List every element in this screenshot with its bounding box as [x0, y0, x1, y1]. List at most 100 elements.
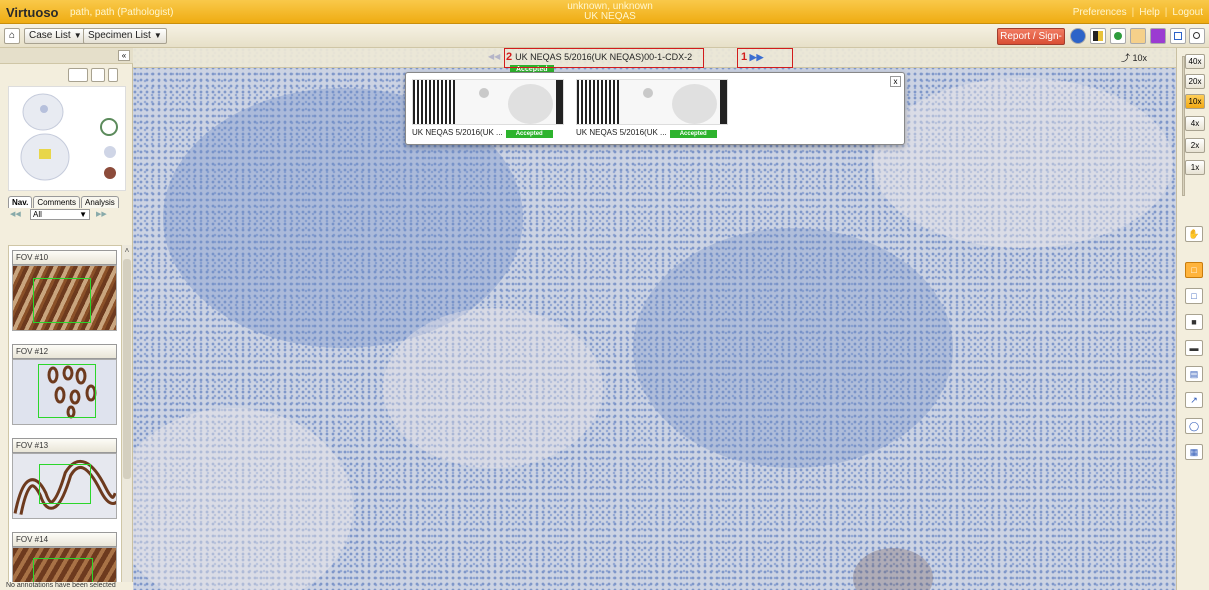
layers-icon[interactable]: [1150, 28, 1166, 44]
arrow-tool-icon[interactable]: ↗: [1185, 392, 1203, 408]
slide-thumb-2[interactable]: UK NEQAS 5/2016(UK ... Accepted: [576, 79, 728, 138]
slide-overview[interactable]: [8, 86, 126, 191]
tab-nav[interactable]: Nav.: [8, 196, 33, 208]
filter-select[interactable]: All ▼: [30, 209, 90, 220]
ellipse-tool-icon[interactable]: ◯: [1185, 418, 1203, 434]
last-icon[interactable]: ▶▶: [96, 210, 107, 218]
fov-region: [33, 278, 91, 323]
zoom-1x-button[interactable]: 1x: [1185, 160, 1205, 175]
pointer-icon: ⤴: [1121, 53, 1131, 63]
scroll-thumb[interactable]: [123, 259, 131, 479]
fov-label: FOV #13: [12, 438, 117, 453]
slide-status-badge: Accepted: [505, 130, 553, 138]
fov-thumbnail: [12, 265, 117, 331]
zoom-readout: ⤴ 10x: [1121, 51, 1147, 64]
tag-icon[interactable]: [1130, 28, 1146, 44]
solid-rect-tool-icon[interactable]: ■: [1185, 314, 1203, 330]
slide-viewer[interactable]: ◀◀ 2 UK NEQAS 5/2016(UK NEQAS)00-1-CDX-2A…: [133, 48, 1176, 590]
toolbar: ⌂ Case List ▼ Specimen List ▼ Report / Sig…: [0, 24, 1209, 57]
prev-slide-icon[interactable]: ◀◀: [488, 52, 500, 61]
zoom-40x-button[interactable]: 40x: [1185, 54, 1205, 69]
app-brand: Virtuoso: [6, 5, 59, 20]
fov-region: [39, 464, 91, 504]
header-links: Preferences | Help | Logout: [1072, 7, 1203, 18]
tissue-spot: [672, 84, 717, 124]
fov-label: FOV #12: [12, 344, 117, 359]
fov-item-13[interactable]: FOV #13: [12, 438, 117, 519]
pan-hand-icon[interactable]: ✋: [1185, 226, 1203, 242]
tab-comments[interactable]: Comments: [33, 196, 80, 208]
top-bar: Virtuoso path, path (Pathologist) unknow…: [0, 0, 1209, 24]
scroll-up-icon[interactable]: ˄: [123, 246, 131, 255]
fov-region: [38, 364, 96, 418]
color-picker-icon[interactable]: [68, 68, 88, 82]
barcode-label: [577, 80, 619, 124]
expand-icon[interactable]: [108, 68, 118, 82]
tab-analysis[interactable]: Analysis: [81, 196, 119, 208]
fov-scrollbar[interactable]: ˄ ˅: [121, 245, 132, 590]
ruler-tool-icon[interactable]: ▤: [1185, 366, 1203, 382]
left-panel-tools: [68, 68, 121, 85]
barcode-label: [413, 80, 455, 124]
tools-icon[interactable]: [1110, 28, 1126, 44]
zoom-20x-button[interactable]: 20x: [1185, 74, 1205, 89]
close-icon[interactable]: x: [890, 76, 901, 87]
help-link[interactable]: Help: [1139, 7, 1160, 18]
zoom-value: 10x: [1132, 53, 1148, 63]
patient-lab: UK NEQAS: [584, 11, 636, 22]
tissue-region: [873, 78, 1173, 248]
filter-row: ◀◀ All ▼ ▶▶: [8, 209, 126, 221]
tissue-spot: [508, 84, 553, 124]
fov-thumbnail: [12, 359, 117, 425]
slide-thumb-1[interactable]: UK NEQAS 5/2016(UK ... Accepted: [412, 79, 564, 138]
patient-header: unknown, unknown UK NEQAS: [540, 2, 680, 22]
slide-picker-popup: x UK NEQAS 5/2016(UK ... Accepted UK NEQA…: [405, 72, 905, 145]
zoom-10x-button[interactable]: 10x: [1185, 94, 1205, 109]
fov-list: FOV #10 FOV #12 FOV #13 FOV #14: [8, 245, 123, 590]
home-icon[interactable]: ⌂: [4, 28, 20, 44]
freehand-tool-icon[interactable]: □: [1185, 288, 1203, 304]
status-bar: No annotations have been selected: [0, 582, 133, 590]
slide-image: [576, 79, 728, 125]
collapse-panel-icon[interactable]: «: [118, 50, 130, 61]
fov-item-10[interactable]: FOV #10: [12, 250, 117, 331]
slide-caption: UK NEQAS 5/2016(UK ... Accepted: [576, 128, 728, 138]
slide-caption: UK NEQAS 5/2016(UK ... Accepted: [412, 128, 564, 138]
search-icon[interactable]: [1189, 28, 1205, 44]
grid-tool-icon[interactable]: ▦: [1185, 444, 1203, 460]
comment-tool-icon[interactable]: ▬: [1185, 340, 1203, 356]
logout-link[interactable]: Logout: [1172, 7, 1203, 18]
first-icon[interactable]: ◀◀: [10, 210, 21, 218]
slide-edge-label: [720, 80, 727, 124]
tissue-spot: [643, 88, 653, 98]
left-panel-header: «: [0, 48, 133, 64]
zoom-2x-button[interactable]: 2x: [1185, 138, 1205, 153]
highlight-box-2: [504, 48, 704, 68]
tissue-region: [633, 228, 953, 468]
left-panel: « Nav. Comments Analysis ◀◀ All ▼ ▶▶ FOV #1…: [0, 48, 133, 590]
slide-thumbnail: [20, 93, 118, 181]
viewer-toolbar: ◀◀ 2 UK NEQAS 5/2016(UK NEQAS)00-1-CDX-2A…: [133, 48, 1176, 74]
fov-label: FOV #14: [12, 532, 117, 547]
info-icon[interactable]: [1070, 28, 1086, 44]
tissue-spot: [479, 88, 489, 98]
fov-item-12[interactable]: FOV #12: [12, 344, 117, 425]
user-name: path, path (Pathologist): [70, 7, 174, 18]
flag-icon[interactable]: [91, 68, 105, 82]
grid-icon[interactable]: [1170, 28, 1186, 44]
tissue-region: [383, 308, 603, 468]
slide-edge-label: [556, 80, 563, 124]
tissue-region: [133, 408, 353, 590]
breadcrumb-specimen-list[interactable]: Specimen List ▼: [83, 28, 167, 44]
preferences-link[interactable]: Preferences: [1073, 7, 1127, 18]
slide-image: [412, 79, 564, 125]
fov-thumbnail: [12, 453, 117, 519]
report-signout-button[interactable]: Report / Sign-out: [997, 28, 1065, 57]
palette-icon[interactable]: [1090, 28, 1106, 44]
rectangle-tool-icon[interactable]: □: [1185, 262, 1203, 278]
zoom-4x-button[interactable]: 4x: [1185, 116, 1205, 131]
breadcrumb-case-list[interactable]: Case List ▼: [24, 28, 87, 44]
left-tabs: Nav. Comments Analysis: [8, 196, 120, 208]
fov-label: FOV #10: [12, 250, 117, 265]
highlight-box-1: [737, 48, 793, 68]
